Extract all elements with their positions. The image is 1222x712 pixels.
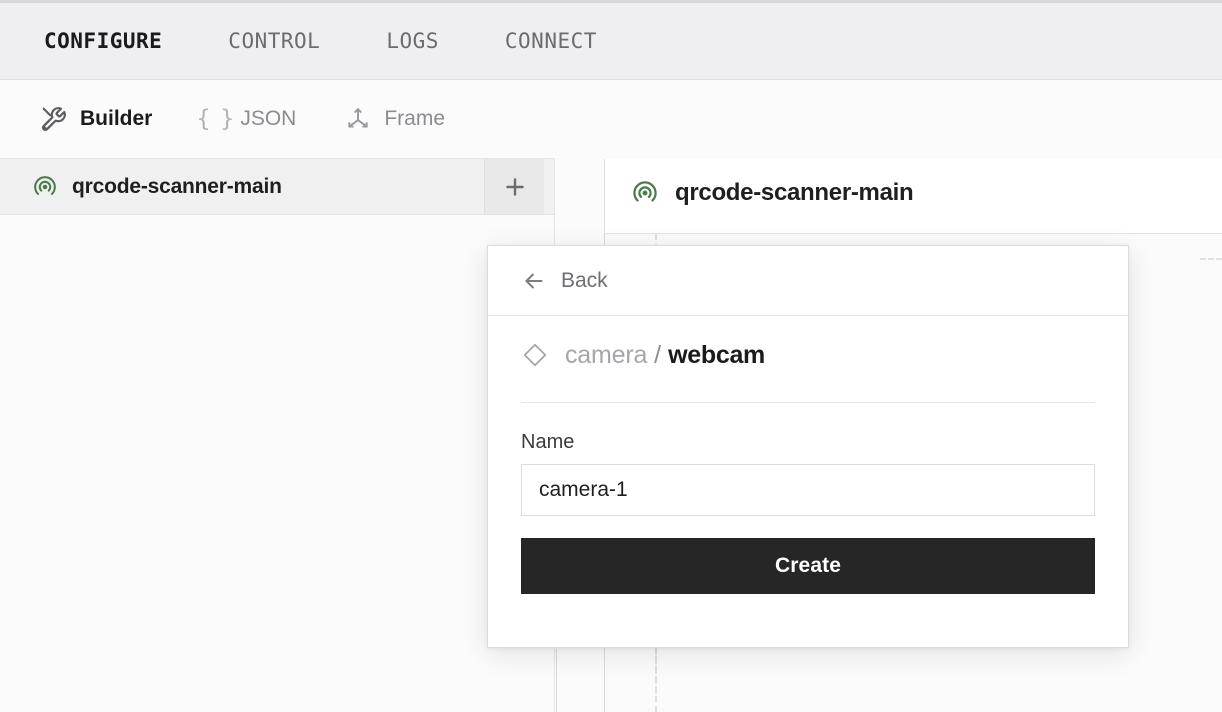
top-navigation-bar: CONFIGURE CONTROL LOGS CONNECT <box>0 0 1222 80</box>
node-card-label: qrcode-scanner-main <box>675 179 914 206</box>
modal-divider <box>521 402 1095 403</box>
tab-builder[interactable]: Builder <box>40 105 152 133</box>
diamond-icon <box>523 343 547 367</box>
broadcast-icon <box>34 175 56 195</box>
sub-tab-bar: Builder { } JSON Frame <box>0 80 555 159</box>
tab-json[interactable]: { } JSON <box>196 105 297 133</box>
modal-body: camera / webcam Name Create <box>488 316 1128 594</box>
node-card-qrcode-scanner-main[interactable]: qrcode-scanner-main <box>604 159 1222 234</box>
sidebar: qrcode-scanner-main <box>0 159 555 712</box>
add-node-button[interactable] <box>484 159 544 214</box>
arrow-left-icon <box>525 273 543 288</box>
tab-frame-label: Frame <box>384 107 446 130</box>
modal-title-type: camera <box>565 340 648 369</box>
sidebar-item-qrcode-scanner-main[interactable]: qrcode-scanner-main <box>0 159 554 215</box>
create-button[interactable]: Create <box>521 538 1095 594</box>
tab-frame[interactable]: Frame <box>344 105 445 133</box>
name-field-label: Name <box>521 431 575 453</box>
nav-tab-control[interactable]: CONTROL <box>228 29 320 53</box>
canvas-guide-line-below-2 <box>556 649 557 712</box>
modal-back-button[interactable]: Back <box>488 246 1128 316</box>
app-root: CONFIGURE CONTROL LOGS CONNECT Builder {… <box>0 0 1222 712</box>
canvas-guide-dashed-horizontal <box>1200 258 1222 260</box>
axes-icon <box>344 105 372 133</box>
sidebar-item-label: qrcode-scanner-main <box>72 174 282 198</box>
modal-title-separator: / <box>654 340 662 369</box>
modal-title-name: webcam <box>668 340 765 369</box>
create-component-modal: Back camera / webcam Name Create <box>487 245 1129 648</box>
modal-back-label: Back <box>561 268 608 292</box>
tools-icon <box>40 105 68 133</box>
name-input[interactable] <box>521 464 1095 516</box>
nav-tab-logs[interactable]: LOGS <box>386 29 439 53</box>
braces-icon: { } <box>196 106 235 132</box>
tab-builder-label: Builder <box>80 107 153 130</box>
nav-tab-connect[interactable]: CONNECT <box>505 29 597 53</box>
broadcast-icon <box>633 181 657 202</box>
tab-json-label: JSON <box>240 107 297 130</box>
canvas-guide-line-below-1 <box>604 649 605 712</box>
plus-icon <box>505 177 524 196</box>
modal-title: camera / webcam <box>521 316 1095 394</box>
canvas-guide-dashed-below-1 <box>655 649 657 712</box>
nav-tab-configure[interactable]: CONFIGURE <box>44 29 162 53</box>
